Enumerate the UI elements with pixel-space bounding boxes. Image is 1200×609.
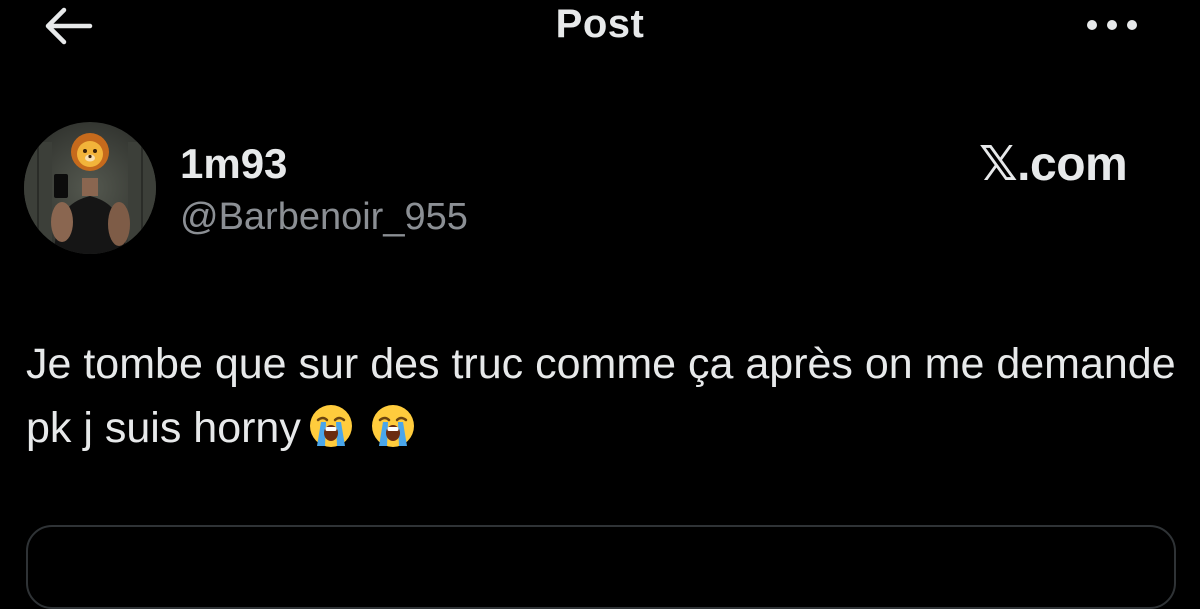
- lion-emoji-face-icon: [71, 133, 109, 171]
- post-author: 1m93 @Barbenoir_955 𝕏.com: [24, 120, 1184, 260]
- loudly-crying-face-icon: [371, 405, 414, 447]
- avatar[interactable]: [24, 122, 156, 254]
- more-horizontal-icon: [1087, 20, 1137, 30]
- post-body-text: Je tombe que sur des truc comme ça après…: [26, 340, 1176, 452]
- embedded-media-card[interactable]: [26, 525, 1176, 609]
- avatar-photo: [24, 122, 156, 254]
- loudly-crying-face-icon: [309, 405, 352, 447]
- x-com-watermark: 𝕏.com: [979, 138, 1128, 191]
- post-text: Je tombe que sur des truc comme ça après…: [26, 332, 1176, 460]
- author-handle[interactable]: @Barbenoir_955: [180, 196, 468, 239]
- top-navigation-bar: Post: [0, 0, 1200, 60]
- page-title: Post: [555, 2, 645, 46]
- author-display-name[interactable]: 1m93: [180, 140, 287, 188]
- more-options-button[interactable]: [1082, 10, 1142, 40]
